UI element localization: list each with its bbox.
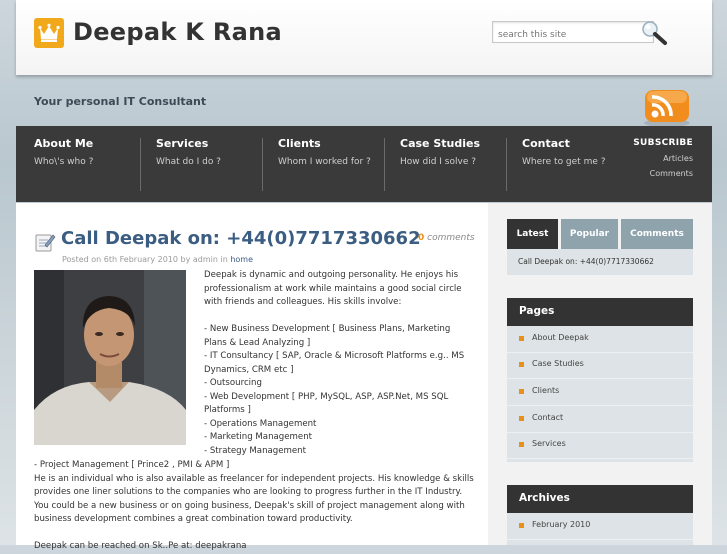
page-link[interactable]: Case Studies bbox=[532, 359, 584, 368]
tab-popular[interactable]: Popular bbox=[561, 219, 618, 249]
nav-item-subtitle: What do I do ? bbox=[156, 157, 221, 167]
skill-item: - Project Management [ Prince2 , PMI & A… bbox=[34, 460, 230, 470]
site-title[interactable]: Deepak K Rana bbox=[73, 18, 282, 46]
tab-comments[interactable]: Comments bbox=[621, 219, 693, 249]
nav-item-title: About Me bbox=[34, 137, 94, 150]
comment-count-label: comments bbox=[427, 233, 475, 243]
sidebar: Latest Popular Comments Call Deepak on: … bbox=[488, 203, 712, 545]
post-category-link[interactable]: home bbox=[230, 255, 253, 264]
list-item[interactable]: Services bbox=[507, 432, 693, 459]
nav-item-subtitle: Whom I worked for ? bbox=[278, 157, 371, 167]
comment-count-number: 0 bbox=[418, 233, 425, 243]
skill-item: - Web Development [ PHP, MySQL, ASP, ASP… bbox=[204, 391, 449, 416]
archive-link[interactable]: February 2010 bbox=[532, 520, 590, 529]
bullet bbox=[519, 442, 524, 447]
skill-item: - Strategy Management bbox=[204, 445, 306, 456]
main-navigation: About Me Who\'s who ? Services What do I… bbox=[16, 126, 712, 202]
bullet bbox=[519, 389, 524, 394]
archives-list: February 2010 bbox=[507, 513, 693, 545]
post-notepad-icon bbox=[34, 231, 56, 253]
subscribe-block: SUBSCRIBE Articles Comments bbox=[633, 138, 693, 178]
subscribe-heading: SUBSCRIBE bbox=[633, 138, 693, 148]
list-item[interactable]: About Deepak bbox=[507, 326, 693, 353]
list-item[interactable]: Case Studies bbox=[507, 352, 693, 379]
page-link[interactable]: Contact bbox=[532, 413, 563, 422]
profile-photo bbox=[34, 270, 186, 445]
search-input[interactable] bbox=[493, 26, 643, 44]
page-link[interactable]: Clients bbox=[532, 386, 559, 395]
nav-item-title: Contact bbox=[522, 137, 570, 150]
bullet bbox=[519, 362, 524, 367]
main-content: Call Deepak on: +44(0)7717330662 0 comme… bbox=[16, 203, 488, 551]
subscribe-comments-link[interactable]: Comments bbox=[633, 169, 693, 178]
pages-heading: Pages bbox=[519, 305, 555, 317]
archives-heading: Archives bbox=[519, 492, 570, 504]
post-meta: Posted on 6th February 2010 by admin in … bbox=[62, 255, 253, 264]
nav-item-subtitle: Who\'s who ? bbox=[34, 157, 94, 167]
bullet bbox=[519, 336, 524, 341]
nav-item-case-studies[interactable]: Case Studies How did I solve ? bbox=[382, 126, 504, 202]
post-meta-prefix: Posted on 6th February 2010 by admin in bbox=[62, 255, 228, 264]
nav-item-title: Services bbox=[156, 137, 209, 150]
search-magnifier-icon[interactable] bbox=[640, 20, 674, 46]
nav-item-clients[interactable]: Clients Whom I worked for ? bbox=[260, 126, 382, 202]
rss-feed-icon[interactable] bbox=[642, 88, 692, 128]
archives-widget-header: Archives bbox=[507, 485, 693, 513]
skill-item: - IT Consultancy [ SAP, Oracle & Microso… bbox=[204, 351, 465, 375]
post-body: - Project Management [ Prince2 , PMI & A… bbox=[34, 459, 476, 554]
comments-count[interactable]: 0 comments bbox=[418, 233, 475, 243]
list-item[interactable]: Clients bbox=[507, 379, 693, 406]
nav-item-subtitle: Where to get me ? bbox=[522, 157, 606, 167]
post-title[interactable]: Call Deepak on: +44(0)7717330662 bbox=[61, 228, 421, 249]
search-box[interactable] bbox=[492, 21, 654, 44]
post-contact-line: Deepak can be reached on Sk..Pe at: deep… bbox=[34, 541, 247, 551]
list-item[interactable]: February 2010 bbox=[507, 513, 693, 540]
post-paragraph: He is an individual who is also availabl… bbox=[34, 473, 474, 525]
site-tagline: Your personal IT Consultant bbox=[34, 95, 207, 108]
bullet bbox=[519, 416, 524, 421]
pages-list: About Deepak Case Studies Clients Contac… bbox=[507, 326, 693, 462]
nav-item-title: Clients bbox=[278, 137, 321, 150]
pages-widget-header: Pages bbox=[507, 298, 693, 326]
page-link[interactable]: Services bbox=[532, 439, 566, 448]
skill-item: - New Business Development [ Business Pl… bbox=[204, 324, 451, 348]
bullet bbox=[519, 523, 524, 528]
post-intro-paragraph: Deepak is dynamic and outgoing personali… bbox=[204, 270, 462, 307]
post-intro: Deepak is dynamic and outgoing personali… bbox=[204, 269, 474, 458]
nav-item-contact[interactable]: Contact Where to get me ? bbox=[504, 126, 626, 202]
list-item[interactable]: Contact bbox=[507, 406, 693, 433]
nav-item-services[interactable]: Services What do I do ? bbox=[138, 126, 260, 202]
page-link[interactable]: About Deepak bbox=[532, 333, 589, 342]
nav-item-title: Case Studies bbox=[400, 137, 480, 150]
skill-item: - Operations Management bbox=[204, 418, 317, 429]
latest-panel: Call Deepak on: +44(0)7717330662 bbox=[507, 249, 693, 275]
nav-item-subtitle: How did I solve ? bbox=[400, 157, 476, 167]
crown-logo-icon[interactable] bbox=[34, 18, 64, 48]
latest-post-link[interactable]: Call Deepak on: +44(0)7717330662 bbox=[518, 257, 654, 266]
subscribe-articles-link[interactable]: Articles bbox=[633, 154, 693, 163]
tab-latest[interactable]: Latest bbox=[507, 219, 558, 249]
skill-item: - Marketing Management bbox=[204, 432, 313, 442]
nav-item-about-me[interactable]: About Me Who\'s who ? bbox=[16, 126, 138, 202]
skill-item: - Outsourcing bbox=[204, 378, 262, 388]
sidebar-tabs: Latest Popular Comments bbox=[507, 219, 693, 249]
